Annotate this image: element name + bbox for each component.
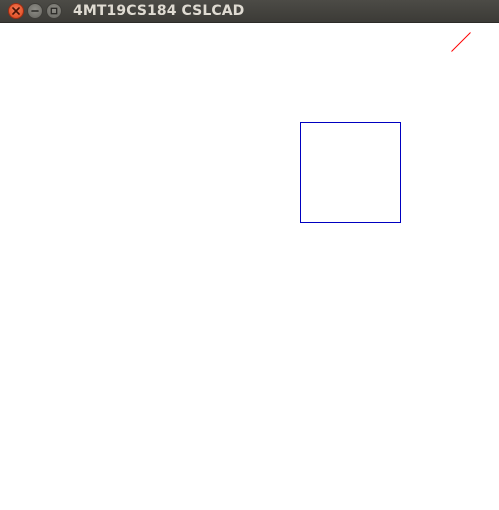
close-button[interactable] [8,3,24,19]
red-line [451,32,471,52]
close-icon [12,7,20,15]
minimize-button[interactable] [27,3,43,19]
title-bar[interactable]: 4MT19CS184 CSLCAD [0,0,499,23]
minimize-icon [31,7,39,15]
drawing-surface [300,32,471,223]
maximize-icon [50,7,58,15]
drawing-canvas[interactable] [0,23,499,510]
app-window: 4MT19CS184 CSLCAD [0,0,499,510]
window-controls [8,3,62,19]
maximize-button[interactable] [46,3,62,19]
window-title: 4MT19CS184 CSLCAD [73,3,245,19]
blue-square [300,122,401,223]
